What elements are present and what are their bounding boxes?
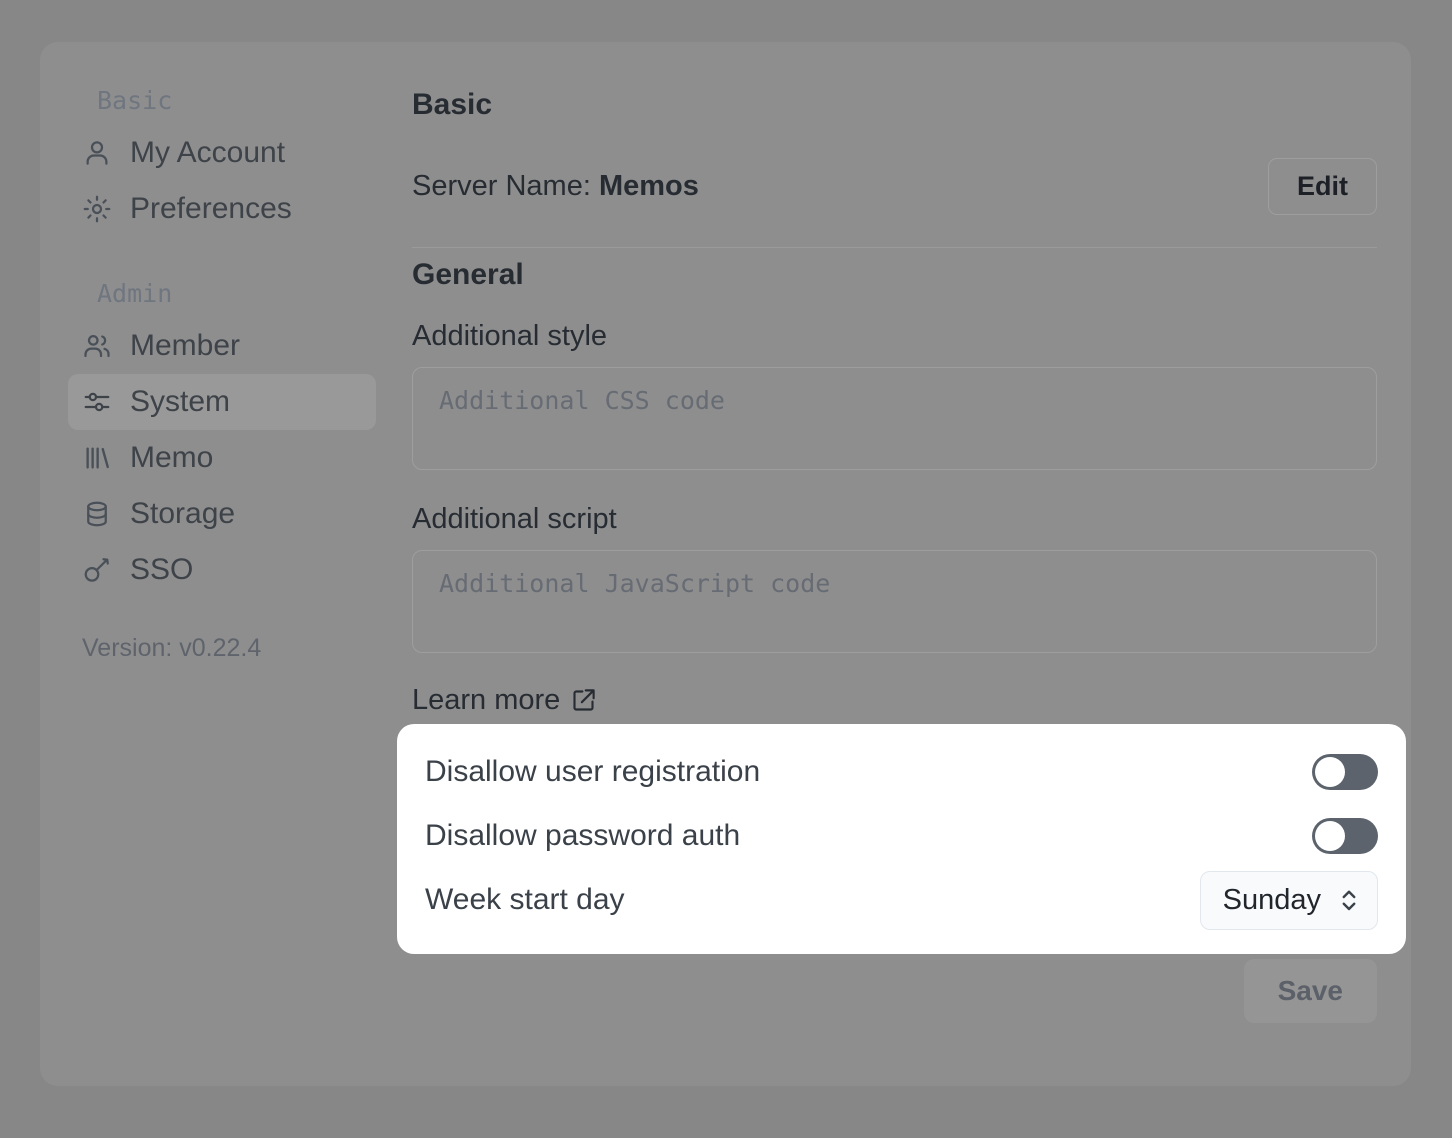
version-label: Version: v0.22.4 (68, 634, 376, 663)
toggle-knob (1315, 821, 1345, 851)
database-icon (82, 499, 112, 529)
disallow-user-registration-label: Disallow user registration (425, 755, 760, 789)
key-icon (82, 555, 112, 585)
server-name-value: Memos (599, 170, 699, 202)
week-start-day-value: Sunday (1223, 884, 1321, 917)
basic-heading: Basic (412, 88, 1377, 122)
disallow-user-registration-row: Disallow user registration (425, 740, 1378, 804)
additional-script-label: Additional script (412, 503, 1377, 536)
sidebar-item-label: System (130, 385, 230, 419)
disallow-password-auth-label: Disallow password auth (425, 819, 740, 853)
sidebar-item-label: Member (130, 329, 240, 363)
focused-settings-panel: Disallow user registration Disallow pass… (397, 724, 1406, 954)
sidebar-item-sso[interactable]: SSO (68, 542, 376, 598)
week-start-day-select[interactable]: Sunday (1200, 871, 1378, 930)
server-name-label: Server Name: (412, 170, 591, 202)
learn-more-link[interactable]: Learn more (412, 684, 597, 717)
week-start-day-label: Week start day (425, 883, 625, 917)
general-heading: General (412, 258, 1377, 292)
save-row: Save (412, 959, 1377, 1023)
sidebar-section-basic-title: Basic (68, 86, 376, 115)
sidebar-item-memo[interactable]: Memo (68, 430, 376, 486)
sidebar-item-storage[interactable]: Storage (68, 486, 376, 542)
sidebar-item-label: Memo (130, 441, 213, 475)
additional-style-label: Additional style (412, 320, 1377, 353)
week-start-day-row: Week start day Sunday (425, 868, 1378, 932)
disallow-password-auth-row: Disallow password auth (425, 804, 1378, 868)
gear-icon (82, 194, 112, 224)
library-icon (82, 443, 112, 473)
disallow-user-registration-toggle[interactable] (1312, 754, 1378, 790)
sliders-icon (82, 387, 112, 417)
sidebar-item-my-account[interactable]: My Account (68, 125, 376, 181)
sidebar-item-label: Storage (130, 497, 235, 531)
sidebar-item-member[interactable]: Member (68, 318, 376, 374)
sidebar-item-system[interactable]: System (68, 374, 376, 430)
sidebar-item-label: SSO (130, 553, 193, 587)
edit-button[interactable]: Edit (1268, 158, 1377, 215)
chevron-up-down-icon (1339, 885, 1359, 915)
learn-more-label: Learn more (412, 684, 560, 717)
external-link-icon (570, 687, 597, 714)
sidebar-section-admin-title: Admin (68, 279, 376, 308)
sidebar-item-preferences[interactable]: Preferences (68, 181, 376, 237)
settings-sidebar: Basic My Account Preferences Admin (40, 42, 392, 1086)
sidebar-item-label: My Account (130, 136, 285, 170)
sidebar-item-label: Preferences (130, 192, 292, 226)
additional-style-input[interactable] (412, 367, 1377, 470)
users-icon (82, 331, 112, 361)
disallow-password-auth-toggle[interactable] (1312, 818, 1378, 854)
save-button[interactable]: Save (1244, 959, 1377, 1023)
server-name-text: Server Name: Memos (412, 170, 699, 203)
server-name-row: Server Name: Memos Edit (412, 158, 1377, 248)
toggle-knob (1315, 757, 1345, 787)
user-icon (82, 138, 112, 168)
additional-script-input[interactable] (412, 550, 1377, 653)
